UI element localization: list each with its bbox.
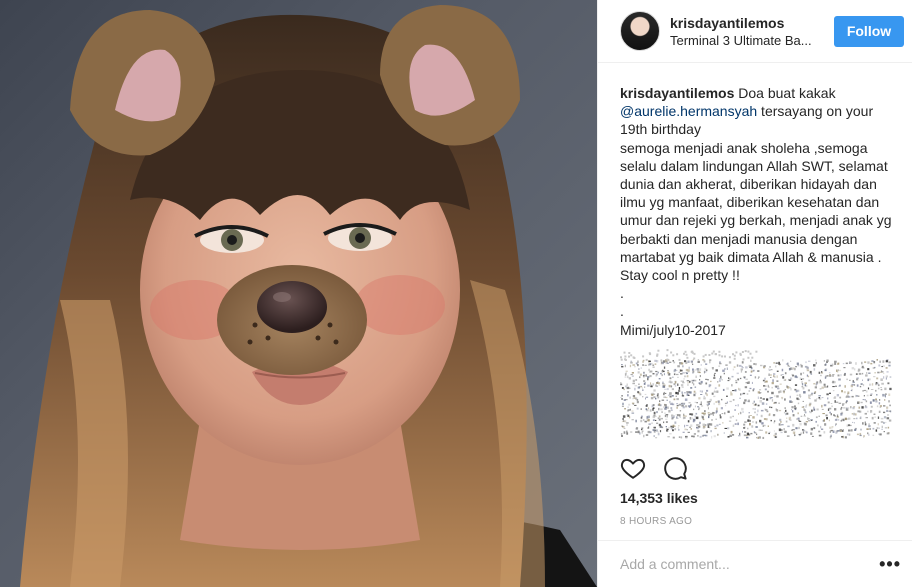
caption-text: krisdayantilemos Doa buat kakak @aurelie… <box>620 84 892 339</box>
post-photo[interactable] <box>0 0 597 587</box>
comment-bar: ••• <box>598 540 912 587</box>
caption-text-part-1: Doa buat kakak <box>734 85 836 101</box>
post-details-panel: krisdayantilemos Terminal 3 Ultimate Ba.… <box>597 0 912 587</box>
post-timestamp[interactable]: 8 HOURS AGO <box>620 516 692 527</box>
heart-icon[interactable] <box>620 455 646 481</box>
likes-count[interactable]: 14,353 likes <box>620 490 698 506</box>
noise-image <box>620 348 892 439</box>
comment-icon[interactable] <box>662 455 688 481</box>
username-link[interactable]: krisdayantilemos <box>670 15 826 31</box>
action-bar <box>620 455 688 481</box>
post-header: krisdayantilemos Terminal 3 Ultimate Ba.… <box>598 0 912 63</box>
blurred-censored-text <box>620 348 892 439</box>
more-options-icon[interactable]: ••• <box>879 554 901 575</box>
caption-username-link[interactable]: krisdayantilemos <box>620 85 734 101</box>
mention-link[interactable]: @aurelie.hermansyah <box>620 103 757 119</box>
photo-illustration <box>20 5 597 587</box>
follow-button[interactable]: Follow <box>834 15 904 47</box>
avatar[interactable] <box>620 11 660 51</box>
location-link[interactable]: Terminal 3 Ultimate Ba... <box>670 33 826 48</box>
comment-input[interactable] <box>620 556 880 572</box>
header-text: krisdayantilemos Terminal 3 Ultimate Ba.… <box>670 15 826 48</box>
caption: krisdayantilemos Doa buat kakak @aurelie… <box>598 63 912 448</box>
caption-text-part-2: tersayang on your 19th birthday semoga m… <box>620 103 892 338</box>
